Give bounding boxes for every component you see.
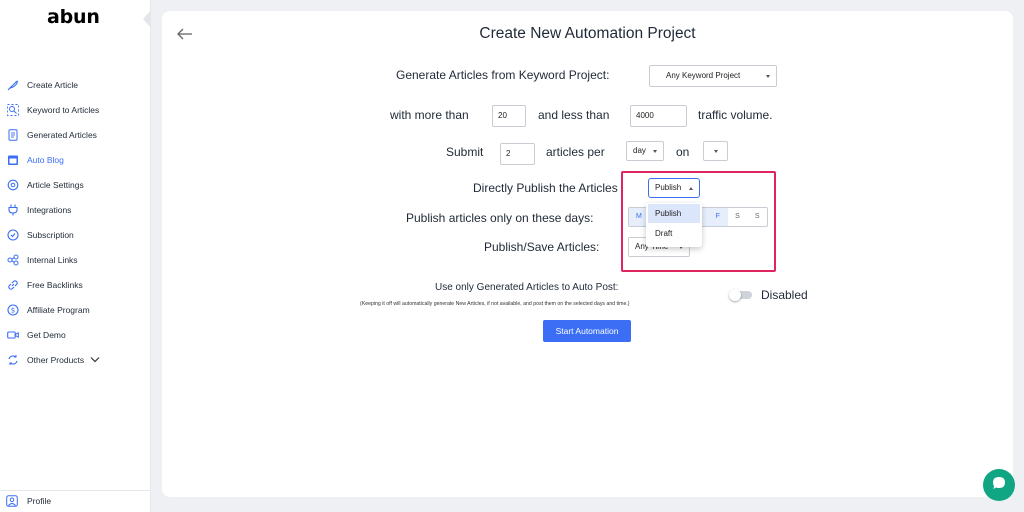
traffic-suffix-label: traffic volume.: [698, 108, 773, 122]
sidebar-divider: [0, 490, 151, 491]
subscription-icon: [6, 229, 19, 242]
articles-per-label: articles per: [546, 145, 605, 159]
sidebar-item-subscription[interactable]: Subscription: [6, 225, 146, 245]
calendar-blog-icon: [6, 154, 19, 167]
plug-icon: [6, 204, 19, 217]
sidebar: abun Create Article Keyword to Articles …: [0, 0, 151, 512]
search-keyword-icon: [6, 104, 19, 117]
page-title: Create New Automation Project: [479, 25, 696, 42]
toggle-knob: [729, 289, 741, 301]
sidebar-item-label: Get Demo: [27, 330, 66, 340]
submit-count-input[interactable]: 2: [500, 143, 535, 165]
sidebar-item-internal-links[interactable]: Internal Links: [6, 250, 146, 270]
sidebar-item-integrations[interactable]: Integrations: [6, 200, 146, 220]
highlight-annotation-box: [621, 171, 776, 272]
logo[interactable]: abun: [47, 6, 100, 28]
on-label: on: [676, 145, 690, 159]
traffic-min-input[interactable]: 20: [492, 105, 526, 127]
keyword-project-label: Generate Articles from Keyword Project:: [396, 68, 610, 82]
sidebar-item-label: Article Settings: [27, 180, 84, 190]
sidebar-item-label: Other Products: [27, 355, 85, 365]
generated-only-toggle[interactable]: [729, 289, 752, 301]
sidebar-item-label: Subscription: [27, 230, 74, 240]
sidebar-item-label: Internal Links: [27, 255, 78, 265]
sidebar-item-label: Generated Articles: [27, 130, 97, 140]
weekday-select[interactable]: [703, 141, 728, 161]
sidebar-item-label: Keyword to Articles: [27, 105, 100, 115]
sidebar-item-free-backlinks[interactable]: Free Backlinks: [6, 275, 146, 295]
sidebar-item-create-article[interactable]: Create Article: [6, 75, 146, 95]
chevron-down-icon[interactable]: [90, 355, 100, 365]
keyword-project-value: Any Keyword Project: [666, 71, 741, 80]
sidebar-item-generated-articles[interactable]: Generated Articles: [6, 125, 146, 145]
traffic-mid-label: and less than: [538, 108, 610, 122]
sidebar-item-label: Integrations: [27, 205, 72, 215]
sidebar-item-profile[interactable]: Profile: [6, 492, 51, 510]
generated-only-note: (Keeping it off will automatically gener…: [360, 301, 630, 307]
backlink-icon: [6, 279, 19, 292]
sidebar-item-get-demo[interactable]: Get Demo: [6, 325, 146, 345]
sidebar-item-label: Free Backlinks: [27, 280, 83, 290]
feather-icon: [6, 79, 19, 92]
sidebar-item-keyword-to-articles[interactable]: Keyword to Articles: [6, 100, 146, 120]
document-icon: [6, 129, 19, 142]
sidebar-item-other-products[interactable]: Other Products: [6, 350, 146, 370]
toggle-state-label: Disabled: [761, 288, 808, 302]
period-value: day: [633, 146, 646, 155]
caret-down-icon: [713, 149, 718, 153]
days-label: Publish articles only on these days:: [406, 211, 594, 225]
sidebar-item-article-settings[interactable]: Article Settings: [6, 175, 146, 195]
sidebar-item-label: Create Article: [27, 80, 79, 90]
link-icon: [6, 254, 19, 267]
chat-widget-button[interactable]: [983, 469, 1015, 501]
save-label: Publish/Save Articles:: [484, 240, 600, 254]
sidebar-item-label: Auto Blog: [27, 155, 64, 165]
refresh-icon: [6, 354, 19, 367]
dollar-icon: $: [6, 304, 19, 317]
keyword-project-select[interactable]: Any Keyword Project: [649, 65, 777, 87]
profile-label: Profile: [27, 496, 52, 506]
period-select[interactable]: day: [626, 141, 664, 161]
start-automation-button[interactable]: Start Automation: [543, 320, 631, 342]
automation-card: Create New Automation Project Generate A…: [162, 11, 1013, 497]
settings-icon: [6, 179, 19, 192]
profile-icon: [6, 494, 19, 508]
traffic-max-input[interactable]: 4000: [630, 105, 687, 127]
caret-down-icon: [653, 149, 657, 153]
publish-label: Directly Publish the Articles: [473, 181, 618, 195]
sidebar-item-auto-blog[interactable]: Auto Blog: [6, 150, 146, 170]
chat-bubble-icon: [991, 475, 1007, 496]
sidebar-collapse-tab[interactable]: [143, 10, 151, 28]
sidebar-item-label: Affiliate Program: [27, 305, 90, 315]
svg-text:$: $: [10, 307, 14, 315]
sidebar-item-affiliate-program[interactable]: $ Affiliate Program: [6, 300, 146, 320]
video-icon: [6, 329, 19, 342]
generated-only-label: Use only Generated Articles to Auto Post…: [435, 282, 619, 293]
submit-label: Submit: [446, 145, 484, 159]
caret-down-icon: [766, 74, 770, 78]
traffic-prefix-label: with more than: [390, 108, 469, 122]
